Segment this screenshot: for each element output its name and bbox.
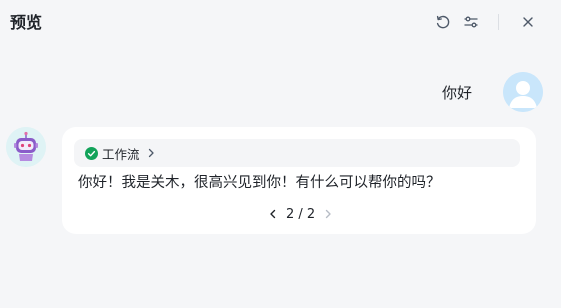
- pagination-text: 2 / 2: [286, 206, 316, 222]
- user-message-text: 你好: [441, 83, 472, 102]
- close-button[interactable]: [518, 12, 538, 32]
- close-icon: [523, 17, 533, 27]
- person-avatar-icon: [503, 72, 543, 112]
- chevron-right-icon: [147, 148, 155, 158]
- previous-response-button[interactable]: [266, 205, 280, 223]
- panel-header: 预览: [0, 0, 561, 44]
- response-pager: 2 / 2: [266, 205, 335, 223]
- next-response-button[interactable]: [321, 205, 335, 223]
- check-circle-icon: [85, 146, 98, 160]
- refresh-icon: [436, 15, 450, 29]
- workflow-tag[interactable]: 工作流: [74, 139, 520, 167]
- header-divider: [498, 14, 499, 30]
- workflow-label: 工作流: [102, 146, 140, 162]
- user-message-row: 你好: [442, 72, 543, 112]
- sliders-icon: [464, 16, 478, 28]
- preview-panel: 预览 你好 工作流 你好！我是关木，很高兴见到你！有什么可以帮你的吗？ 2 / …: [0, 0, 561, 308]
- chevron-left-icon: [270, 209, 276, 219]
- chevron-right-icon: [325, 209, 331, 219]
- reset-button[interactable]: [433, 12, 453, 32]
- bot-message-card: 工作流 你好！我是关木，很高兴见到你！有什么可以帮你的吗？ 2 / 2: [62, 127, 536, 234]
- panel-title: 预览: [10, 13, 43, 32]
- settings-button[interactable]: [461, 12, 481, 32]
- bot-avatar: [6, 127, 46, 167]
- robot-avatar-icon: [6, 127, 46, 167]
- bot-message-text: 你好！我是关木，很高兴见到你！有什么可以帮你的吗？: [78, 175, 441, 191]
- user-avatar: [503, 72, 543, 112]
